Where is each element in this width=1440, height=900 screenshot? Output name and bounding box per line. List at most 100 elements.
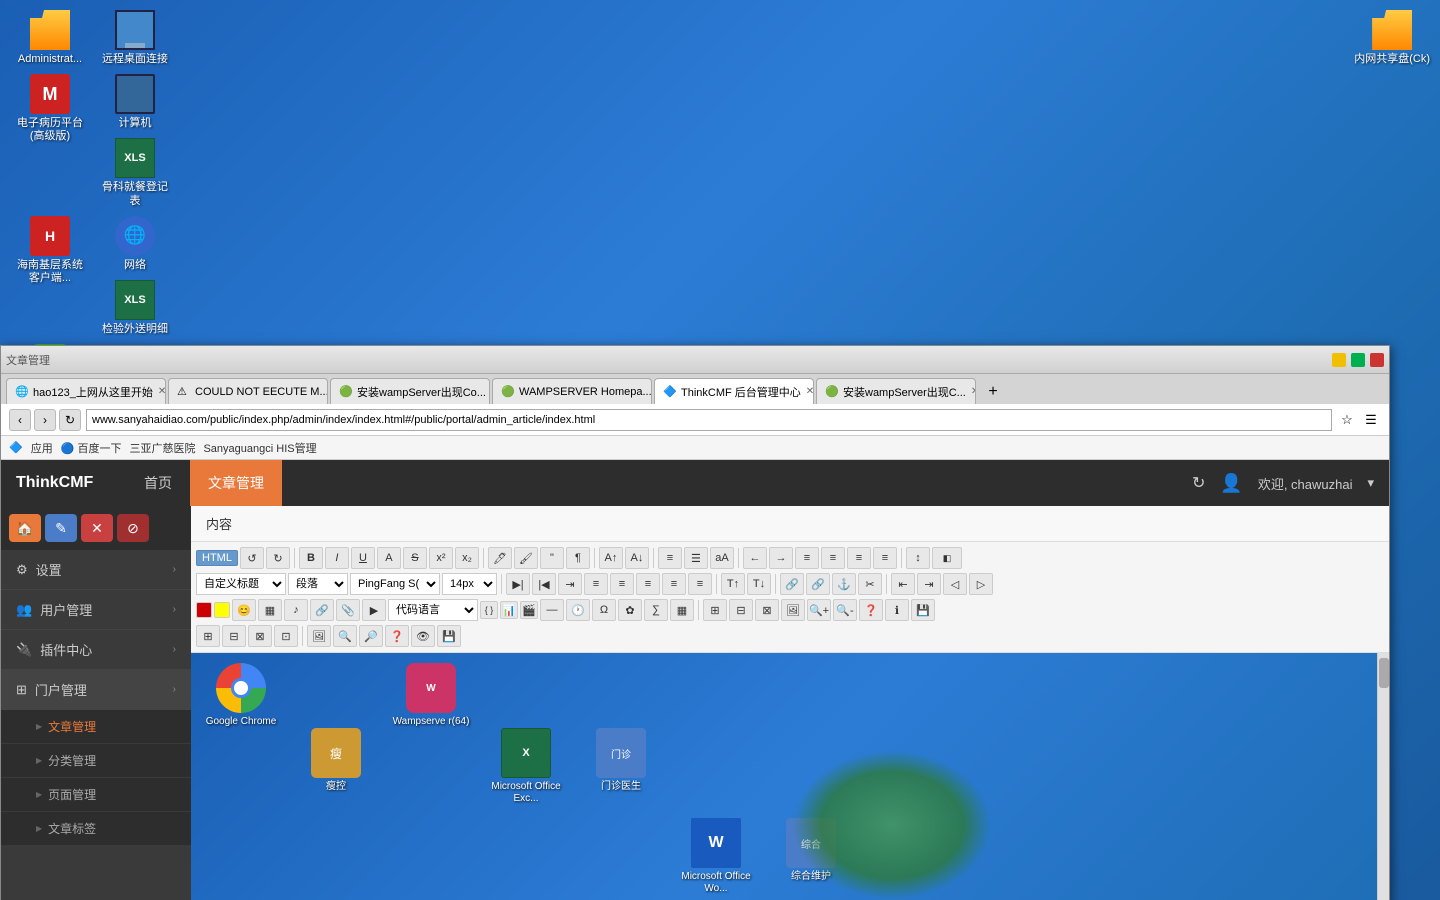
toolbar-special[interactable]: ✿ bbox=[618, 599, 642, 621]
toolbar-zoom-in[interactable]: 🔍+ bbox=[807, 599, 831, 621]
toolbar-table-merge[interactable]: ⊠ bbox=[755, 599, 779, 621]
toolbar-link[interactable]: 🔗 bbox=[780, 573, 804, 595]
toolbar-save2[interactable]: 💾 bbox=[437, 625, 461, 647]
desktop-icon-bone[interactable]: XLS 骨科就餐登记表 bbox=[95, 138, 175, 207]
toolbar-italic[interactable]: I bbox=[325, 547, 349, 569]
toolbar-underline[interactable]: U bbox=[351, 547, 375, 569]
toolbar-align2-distribute[interactable]: ≡ bbox=[688, 573, 712, 595]
toolbar-align2-center[interactable]: ≡ bbox=[610, 573, 634, 595]
toolbar-align-left[interactable]: ≡ bbox=[795, 547, 819, 569]
toolbar-quote[interactable]: " bbox=[540, 547, 564, 569]
editor-icon-word[interactable]: W Microsoft Office Wo... bbox=[676, 818, 756, 895]
address-input[interactable] bbox=[86, 409, 1332, 431]
browser-tab-wamp-home[interactable]: 🟢 WAMPSERVER Homepa... ✕ bbox=[492, 378, 652, 404]
toolbar-preview[interactable]: 👁 bbox=[411, 625, 435, 647]
user-dropdown-icon[interactable]: ▾ bbox=[1367, 475, 1374, 491]
toolbar-help[interactable]: ❓ bbox=[859, 599, 883, 621]
toolbar-color-picker[interactable] bbox=[196, 602, 212, 618]
back-btn[interactable]: ‹ bbox=[9, 409, 31, 431]
toolbar-list-unordered[interactable]: ☰ bbox=[684, 547, 708, 569]
new-tab-btn[interactable]: + bbox=[981, 380, 1005, 404]
toolbar-file[interactable]: 📎 bbox=[336, 599, 360, 621]
sidebar-icon-orange[interactable]: 🏠 bbox=[9, 514, 41, 542]
cms-nav-home[interactable]: 首页 bbox=[126, 460, 190, 506]
forward-btn[interactable]: › bbox=[34, 409, 56, 431]
reload-btn[interactable]: ↻ bbox=[59, 409, 81, 431]
toolbar-formula[interactable]: ∑ bbox=[644, 599, 668, 621]
browser-tab-thinkcmf[interactable]: 🔷 ThinkCMF 后台管理中心 ✕ bbox=[654, 378, 814, 404]
cms-nav-article[interactable]: 文章管理 bbox=[190, 460, 282, 506]
toolbar-para[interactable]: ¶ bbox=[566, 547, 590, 569]
submenu-page-mgmt[interactable]: 页面管理 bbox=[1, 778, 191, 812]
submenu-article-mgmt[interactable]: 文章管理 bbox=[1, 710, 191, 744]
bookmark-baidu[interactable]: 🔵 百度一下 bbox=[61, 440, 122, 456]
browser-tab-wamp2[interactable]: 🟢 安装wampServer出现C... ✕ bbox=[816, 378, 976, 404]
toolbar-align-center[interactable]: ≡ bbox=[821, 547, 845, 569]
tab-close-hao123[interactable]: ✕ bbox=[158, 386, 166, 397]
bookmark-star-btn[interactable]: ☆ bbox=[1337, 410, 1357, 430]
toolbar-block-l[interactable]: ◁ bbox=[943, 573, 967, 595]
toolbar-info[interactable]: ℹ bbox=[885, 599, 909, 621]
sidebar-icon-blue[interactable]: ✎ bbox=[45, 514, 77, 542]
toolbar-table2[interactable]: ▦ bbox=[670, 599, 694, 621]
toolbar-strikethrough[interactable]: S bbox=[403, 547, 427, 569]
sidebar-item-plugin[interactable]: 🔌 插件中心 › bbox=[1, 630, 191, 670]
toolbar-row-merge[interactable]: ⊠ bbox=[248, 625, 272, 647]
editor-icon-clinic[interactable]: 门诊 门诊医生 bbox=[581, 728, 661, 895]
minimize-btn[interactable] bbox=[1332, 353, 1346, 367]
toolbar-align-right[interactable]: ≡ bbox=[847, 547, 871, 569]
toolbar-img-insert[interactable]: 🖼 bbox=[307, 625, 331, 647]
style-select[interactable]: 自定义标题 bbox=[196, 573, 286, 595]
toolbar-fontsize-a[interactable]: T↑ bbox=[721, 573, 745, 595]
toolbar-video[interactable]: 🎬 bbox=[520, 601, 538, 619]
code-lang-select[interactable]: 代码语言 bbox=[388, 599, 478, 621]
toolbar-row-split[interactable]: ⊡ bbox=[274, 625, 298, 647]
editor-icon-wamp[interactable]: W Wampserve r(64) bbox=[391, 663, 471, 895]
desktop-icon-network[interactable]: 🌐 网络 bbox=[95, 216, 175, 272]
toolbar-row-delete[interactable]: ⊟ bbox=[222, 625, 246, 647]
toolbar-time[interactable]: 🕐 bbox=[566, 599, 590, 621]
editor-scrollbar[interactable] bbox=[1377, 653, 1389, 900]
browser-tab-could-not[interactable]: ⚠ COULD NOT EECUTE M... ✕ bbox=[168, 378, 328, 404]
toolbar-paint[interactable]: 🖌 bbox=[514, 547, 538, 569]
toolbar-unlink[interactable]: 🔗 bbox=[806, 573, 830, 595]
desktop-icon-hainan[interactable]: H 海南基层系统客户端... bbox=[10, 216, 90, 285]
toolbar-table-insert[interactable]: ⊞ bbox=[703, 599, 727, 621]
toolbar-superscript[interactable]: x² bbox=[429, 547, 453, 569]
toolbar-zoom2[interactable]: 🔍 bbox=[333, 625, 357, 647]
browser-tab-wamp-install[interactable]: 🟢 安装wampServer出现Co... ✕ bbox=[330, 378, 490, 404]
refresh-icon[interactable]: ↻ bbox=[1192, 473, 1205, 493]
toolbar-indent-l[interactable]: ⇤ bbox=[891, 573, 915, 595]
toolbar-play[interactable]: ▶| bbox=[506, 573, 530, 595]
toolbar-cut2[interactable]: ✂ bbox=[858, 573, 882, 595]
toolbar-table-delete[interactable]: ⊟ bbox=[729, 599, 753, 621]
editor-icon-chrome[interactable]: Google Chrome bbox=[201, 663, 281, 895]
maximize-btn[interactable] bbox=[1351, 353, 1365, 367]
scrollbar-thumb[interactable] bbox=[1379, 658, 1389, 688]
toolbar-emoji[interactable]: 😊 bbox=[232, 599, 256, 621]
toolbar-redo[interactable]: ↻ bbox=[266, 547, 290, 569]
toolbar-fontsize-b[interactable]: T↓ bbox=[747, 573, 771, 595]
toolbar-save[interactable]: 💾 bbox=[911, 599, 935, 621]
toolbar-align2-justify[interactable]: ≡ bbox=[662, 573, 686, 595]
menu-btn[interactable]: ☰ bbox=[1361, 410, 1381, 430]
sidebar-icon-darkred[interactable]: ⊘ bbox=[117, 514, 149, 542]
submenu-article-tag[interactable]: 文章标签 bbox=[1, 812, 191, 846]
toolbar-bold[interactable]: B bbox=[299, 547, 323, 569]
sidebar-item-usermgmt[interactable]: 👥 用户管理 › bbox=[1, 590, 191, 630]
toolbar-dash[interactable]: — bbox=[540, 599, 564, 621]
toolbar-chart[interactable]: 📊 bbox=[500, 601, 518, 619]
toolbar-tab[interactable]: ⇥ bbox=[558, 573, 582, 595]
toolbar-indent-right[interactable]: → bbox=[769, 547, 793, 569]
format-select[interactable]: 段落 bbox=[288, 573, 348, 595]
bookmark-sanyaguangci[interactable]: Sanyaguangci HIS管理 bbox=[203, 440, 316, 456]
toolbar-pause[interactable]: |◀ bbox=[532, 573, 556, 595]
toolbar-fontsize-up[interactable]: A↑ bbox=[599, 547, 623, 569]
desktop-icon-check[interactable]: XLS 检验外送明细 bbox=[95, 280, 175, 336]
desktop-icon-remote[interactable]: 远程桌面连接 bbox=[95, 10, 175, 66]
toolbar-sym[interactable]: Ω bbox=[592, 599, 616, 621]
desktop-icon-topright[interactable]: 内网共享盘(Ck) bbox=[1354, 10, 1430, 66]
size-select[interactable]: 14px bbox=[442, 573, 497, 595]
sidebar-icon-red[interactable]: ✕ bbox=[81, 514, 113, 542]
tab-close-wamp2[interactable]: ✕ bbox=[971, 386, 976, 397]
